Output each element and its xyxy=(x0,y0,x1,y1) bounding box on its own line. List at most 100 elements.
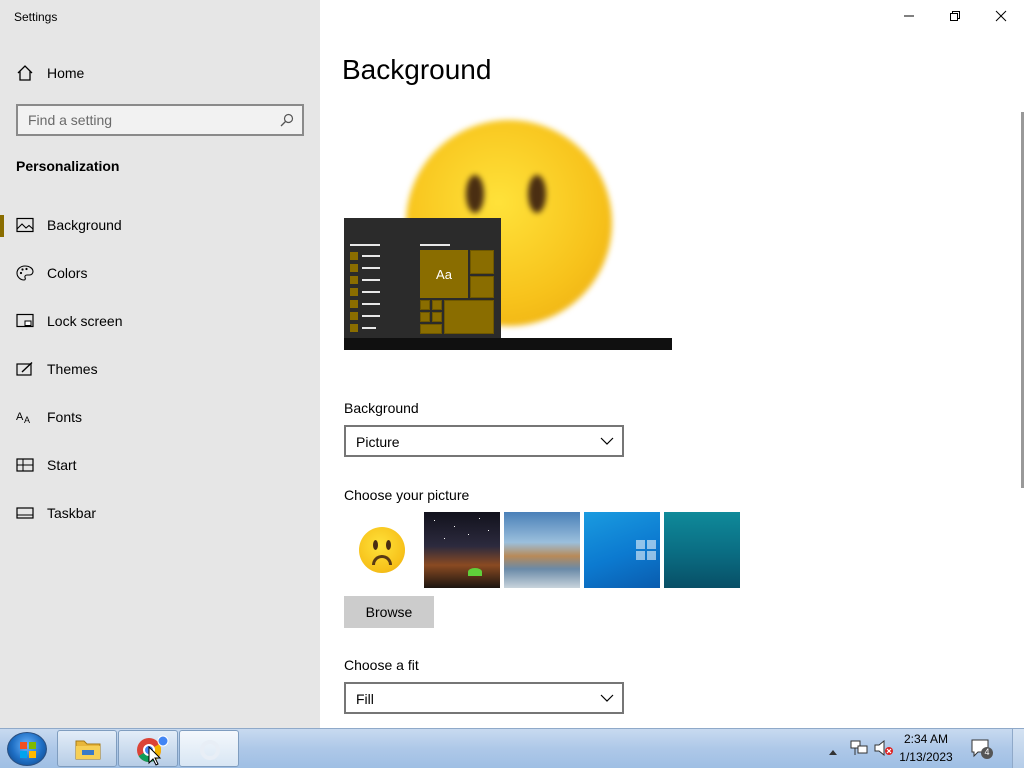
sidebar-item-label: Lock screen xyxy=(47,313,123,329)
preview-tile xyxy=(470,250,494,274)
action-center-button[interactable]: 4 xyxy=(970,738,994,760)
picture-thumbnail-underwater[interactable] xyxy=(664,512,740,588)
sidebar-item-label: Taskbar xyxy=(47,505,97,521)
sidebar-item-background[interactable]: Background xyxy=(0,205,320,245)
start-button[interactable] xyxy=(7,732,47,766)
eye xyxy=(386,540,391,550)
home-icon xyxy=(17,65,33,81)
themes-icon xyxy=(16,361,33,376)
sidebar-item-label: Themes xyxy=(47,361,98,377)
preview-line xyxy=(362,279,380,281)
preview-square xyxy=(350,264,358,272)
preview-line xyxy=(362,303,380,305)
windows-logo-icon xyxy=(636,540,656,560)
show-desktop-button[interactable] xyxy=(1012,729,1024,768)
app-title: Settings xyxy=(14,10,58,24)
restore-button[interactable] xyxy=(932,6,978,26)
home-label: Home xyxy=(47,65,85,81)
fit-dropdown[interactable]: Fill xyxy=(344,682,624,714)
folder-icon xyxy=(75,740,101,760)
main-content: Background Aa Background Picture Choose … xyxy=(320,0,1024,728)
fit-dropdown-value: Fill xyxy=(356,691,374,707)
preview-line xyxy=(420,244,450,246)
preview-tile-aa: Aa xyxy=(420,250,468,298)
minimize-button[interactable] xyxy=(886,6,932,26)
search-icon[interactable] xyxy=(280,113,294,127)
preview-line xyxy=(362,255,380,257)
eye xyxy=(373,540,378,550)
sidebar-item-colors[interactable]: Colors xyxy=(0,253,320,293)
sidebar: Settings Home Personalization Background… xyxy=(0,0,320,728)
sidebar-item-themes[interactable]: Themes xyxy=(0,349,320,389)
preview-square xyxy=(350,276,358,284)
svg-text:A: A xyxy=(16,411,24,423)
page-title: Background xyxy=(342,54,492,85)
background-preview: Aa xyxy=(344,112,672,350)
picture-icon xyxy=(16,217,34,233)
chrome-icon xyxy=(137,735,169,766)
start-icon xyxy=(16,458,34,472)
preview-tile xyxy=(432,312,442,322)
eye xyxy=(466,175,484,213)
choose-picture-label: Choose your picture xyxy=(344,487,470,503)
sidebar-item-start[interactable]: Start xyxy=(0,445,320,485)
sad-face-icon xyxy=(359,527,405,573)
background-dropdown[interactable]: Picture xyxy=(344,425,624,457)
search-box[interactable] xyxy=(16,104,304,136)
show-hidden-icons-button[interactable] xyxy=(828,743,838,761)
network-icon xyxy=(850,740,868,755)
browse-button[interactable]: Browse xyxy=(344,596,434,628)
sidebar-item-lock-screen[interactable]: Lock screen xyxy=(0,301,320,341)
search-input[interactable] xyxy=(18,106,258,134)
picture-thumbnail-sad-face[interactable] xyxy=(344,512,420,588)
preview-square xyxy=(350,252,358,260)
taskbar-chrome[interactable] xyxy=(118,730,178,767)
preview-line xyxy=(362,291,380,293)
active-indicator xyxy=(0,215,4,237)
preview-tile xyxy=(420,324,442,334)
preview-square xyxy=(350,288,358,296)
preview-taskbar xyxy=(344,338,672,350)
clock-time[interactable]: 2:34 AM xyxy=(896,732,956,746)
picture-thumbnail-night-sky[interactable] xyxy=(424,512,500,588)
sidebar-item-fonts[interactable]: A A Fonts xyxy=(0,397,320,437)
background-dropdown-value: Picture xyxy=(356,434,400,450)
preview-square xyxy=(350,300,358,308)
preview-line xyxy=(350,244,380,246)
svg-text:A: A xyxy=(24,415,30,425)
sidebar-item-taskbar[interactable]: Taskbar xyxy=(0,493,320,533)
preview-tile xyxy=(420,312,430,322)
volume-muted-icon xyxy=(874,739,893,757)
preview-square xyxy=(350,324,358,332)
preview-tile xyxy=(470,276,494,298)
start-menu-preview: Aa xyxy=(344,218,501,338)
close-icon xyxy=(995,10,1007,22)
taskbar-file-explorer[interactable] xyxy=(57,730,117,767)
taskbar: 2:34 AM 1/13/2023 4 xyxy=(0,728,1024,768)
tent xyxy=(468,568,482,576)
chevron-up-icon xyxy=(829,750,837,755)
sidebar-item-label: Start xyxy=(47,457,77,473)
windows-logo-icon xyxy=(20,742,36,758)
fonts-icon: A A xyxy=(16,411,30,425)
preview-tile xyxy=(432,300,442,310)
background-label: Background xyxy=(344,400,419,416)
notification-count: 4 xyxy=(984,747,990,757)
volume-tray[interactable] xyxy=(874,739,894,761)
sidebar-item-label: Colors xyxy=(47,265,88,281)
mouth xyxy=(372,555,392,565)
network-tray[interactable] xyxy=(850,740,868,761)
eye xyxy=(528,175,546,213)
preview-line xyxy=(362,327,376,329)
preview-tile xyxy=(444,300,494,334)
taskbar-settings[interactable] xyxy=(179,730,239,767)
close-button[interactable] xyxy=(978,6,1024,26)
picture-thumbnail-windows[interactable] xyxy=(584,512,660,588)
preview-line xyxy=(362,315,380,317)
taskbar-icon xyxy=(16,507,34,519)
sidebar-item-label: Background xyxy=(47,217,122,233)
picture-thumbnail-beach-rock[interactable] xyxy=(504,512,580,588)
clock-date[interactable]: 1/13/2023 xyxy=(896,750,956,764)
minimize-icon xyxy=(904,15,914,17)
home-nav-item[interactable]: Home xyxy=(0,56,320,90)
